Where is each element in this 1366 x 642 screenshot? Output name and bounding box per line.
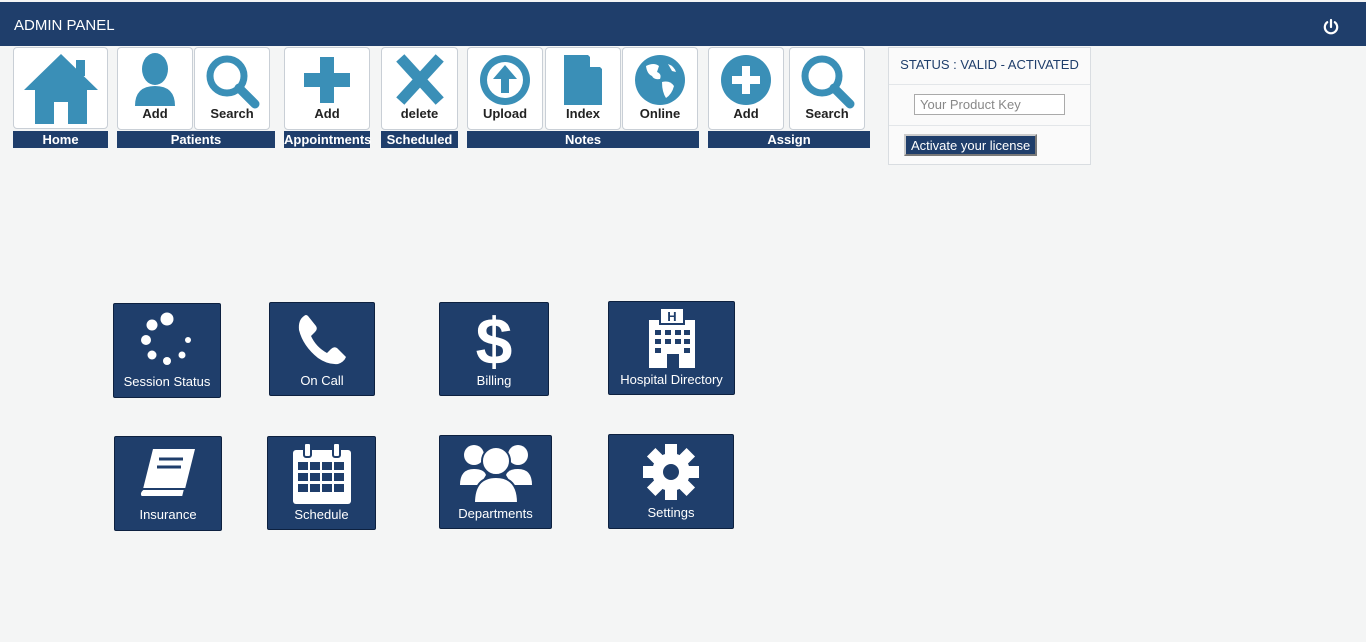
toolbar-group-notes: Upload Index Online Notes: [467, 47, 699, 148]
notes-index-button[interactable]: Index: [545, 47, 621, 130]
tile-session-status-label: Session Status: [123, 374, 211, 389]
tile-departments[interactable]: Departments: [439, 435, 552, 529]
top-bar: ADMIN PANEL: [0, 2, 1366, 46]
assign-search-label: Search: [805, 106, 849, 121]
hospital-icon: H: [648, 307, 695, 368]
close-icon: [395, 54, 444, 105]
file-icon: [564, 55, 602, 105]
home-button[interactable]: [13, 47, 108, 129]
tile-settings-label: Settings: [647, 505, 695, 520]
patients-add-label: Add: [142, 106, 168, 121]
tile-hospital-directory-label: Hospital Directory: [620, 372, 723, 387]
assign-add-label: Add: [733, 106, 759, 121]
patients-search-button[interactable]: Search: [194, 47, 270, 130]
plus-circle-icon: [721, 55, 771, 105]
group-label-home: Home: [13, 131, 108, 148]
tile-on-call-label: On Call: [300, 373, 344, 388]
activate-license-button[interactable]: Activate your license: [904, 134, 1038, 156]
users-icon: [459, 445, 532, 504]
phone-icon: [298, 315, 346, 365]
appointments-add-label: Add: [314, 106, 340, 121]
notes-upload-label: Upload: [482, 106, 528, 121]
calendar-icon: [292, 442, 351, 504]
appointments-add-button[interactable]: Add: [284, 47, 370, 130]
search-icon: [801, 55, 855, 109]
tile-session-status[interactable]: Session Status: [113, 303, 221, 398]
dollar-icon: $: [476, 308, 513, 372]
tile-settings[interactable]: Settings: [608, 434, 734, 529]
scheduled-delete-button[interactable]: delete: [381, 47, 458, 130]
assign-search-button[interactable]: Search: [789, 47, 865, 130]
gear-icon: [643, 444, 699, 500]
notes-online-label: Online: [639, 106, 681, 121]
license-panel: STATUS : VALID - ACTIVATED Activate your…: [888, 47, 1091, 165]
svg-text:H: H: [667, 309, 676, 324]
license-key-row: [889, 85, 1090, 126]
toolbar-group-appointments: Add Appointments: [284, 47, 372, 148]
product-key-input[interactable]: [914, 94, 1065, 115]
group-label-assign: Assign: [708, 131, 870, 148]
notes-online-button[interactable]: Online: [622, 47, 698, 130]
tile-billing[interactable]: $ Billing: [439, 302, 549, 396]
assign-add-button[interactable]: Add: [708, 47, 784, 130]
upload-icon: [480, 55, 530, 105]
spinner-icon: [141, 312, 191, 365]
tile-schedule[interactable]: Schedule: [267, 436, 376, 530]
book-icon: [138, 449, 195, 498]
toolbar-group-patients: Add Search Patients: [117, 47, 275, 148]
notes-upload-button[interactable]: Upload: [467, 47, 543, 130]
toolbar-group-scheduled: delete Scheduled: [381, 47, 458, 148]
svg-text:$: $: [476, 308, 513, 372]
tile-departments-label: Departments: [458, 506, 533, 521]
patients-add-button[interactable]: Add: [117, 47, 193, 130]
home-icon: [23, 54, 98, 124]
group-label-notes: Notes: [467, 131, 699, 148]
group-label-appointments: Appointments: [284, 131, 372, 148]
search-icon: [206, 55, 260, 109]
toolbar-group-home: Home: [13, 47, 108, 148]
globe-icon: [635, 55, 685, 105]
tile-billing-label: Billing: [476, 373, 512, 388]
scheduled-delete-label: delete: [400, 106, 439, 121]
user-icon: [135, 53, 175, 106]
notes-index-label: Index: [566, 106, 600, 121]
tile-on-call[interactable]: On Call: [269, 302, 375, 396]
toolbar-group-assign: Add Search Assign: [708, 47, 870, 148]
app-title: ADMIN PANEL: [14, 17, 115, 34]
power-icon[interactable]: [1322, 18, 1340, 36]
tile-hospital-directory[interactable]: H Hospital Directory: [608, 301, 735, 395]
license-status: STATUS : VALID - ACTIVATED: [889, 48, 1090, 85]
plus-icon: [304, 57, 350, 103]
tile-schedule-label: Schedule: [294, 507, 349, 522]
group-label-scheduled: Scheduled: [381, 131, 458, 148]
group-label-patients: Patients: [117, 131, 275, 148]
tile-insurance[interactable]: Insurance: [114, 436, 222, 531]
tile-insurance-label: Insurance: [139, 507, 197, 522]
patients-search-label: Search: [210, 106, 254, 121]
